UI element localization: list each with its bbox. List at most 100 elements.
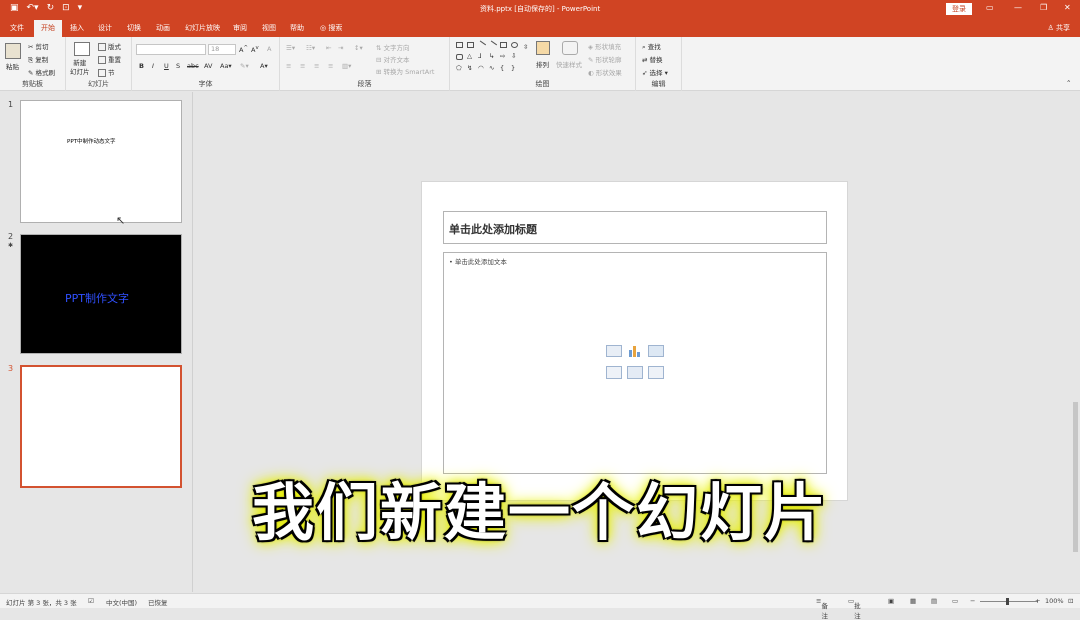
oval-shape-icon[interactable] <box>511 42 518 48</box>
select-button[interactable]: ➶ 选择 ▾ <box>642 67 668 77</box>
zoom-in-icon[interactable]: + <box>1035 597 1040 605</box>
paste-button[interactable]: 粘贴 <box>6 61 19 71</box>
layout-button[interactable]: 版式 <box>98 41 121 51</box>
start-slideshow-icon[interactable]: ⊡ <box>62 3 70 13</box>
copy-button[interactable]: ⎘ 复制 <box>28 54 48 65</box>
tab-design[interactable]: 设计 <box>98 23 112 33</box>
login-button[interactable]: 登录 <box>946 3 972 15</box>
tab-transitions[interactable]: 切换 <box>127 23 141 33</box>
insert-table-icon[interactable] <box>606 345 622 357</box>
line-shape-icon[interactable] <box>476 40 487 50</box>
normal-view-icon[interactable]: ▣ <box>888 597 894 605</box>
brace-shape-icon[interactable]: { <box>500 64 504 72</box>
right-arrow-shape-icon[interactable]: ⇨ <box>500 52 505 60</box>
new-slide-button[interactable]: 新建 幻灯片 <box>70 59 90 77</box>
reset-button[interactable]: 重置 <box>98 54 121 64</box>
tab-home[interactable]: 开始 <box>34 20 62 37</box>
highlight-icon[interactable]: ✎▾ <box>240 62 249 70</box>
section-button[interactable]: 节 <box>98 67 115 77</box>
triangle-shape-icon[interactable]: △ <box>467 52 472 60</box>
bold-icon[interactable]: B <box>139 62 144 70</box>
pentagon-shape-icon[interactable]: ⬠ <box>456 64 462 72</box>
elbow-connector-icon[interactable]: ↳ <box>489 52 494 60</box>
strikethrough-icon[interactable]: abc <box>187 62 199 70</box>
text-direction-button[interactable]: ⇅ 文字方向 <box>376 42 410 52</box>
quick-styles-button[interactable]: 快速样式 <box>556 59 582 69</box>
align-left-icon[interactable]: ≡ <box>286 62 291 70</box>
online-picture-icon[interactable] <box>627 366 643 379</box>
increase-font-icon[interactable]: A^ <box>239 45 248 54</box>
tab-review[interactable]: 审阅 <box>233 23 247 33</box>
undo-icon[interactable]: ↶▾ <box>27 3 39 13</box>
zoom-slider-handle[interactable] <box>1006 598 1009 605</box>
slide-sorter-icon[interactable]: ▦ <box>910 597 916 605</box>
numbering-icon[interactable]: ☷▾ <box>306 44 315 52</box>
zoom-out-icon[interactable]: − <box>970 597 975 605</box>
font-name-combo[interactable] <box>136 44 206 55</box>
shapes-more-icon[interactable]: ⇳ <box>523 43 528 51</box>
char-spacing-icon[interactable]: AV <box>204 62 212 70</box>
close-icon[interactable]: ✕ <box>1064 3 1071 12</box>
content-placeholder[interactable]: • 单击此处添加文本 <box>443 252 827 474</box>
tell-me-search[interactable]: ◎ 搜索 <box>320 23 342 33</box>
insert-smartart-icon[interactable] <box>648 345 664 357</box>
zoom-level[interactable]: 100% <box>1045 597 1064 605</box>
reading-view-icon[interactable]: ▤ <box>931 597 937 605</box>
underline-icon[interactable]: U <box>164 62 169 70</box>
slide-thumbnail-2[interactable]: PPT制作文字 <box>20 234 182 354</box>
shape-fill-button[interactable]: ◈ 形状填充 <box>588 41 621 51</box>
textbox-shape-icon[interactable] <box>456 42 463 48</box>
tab-help[interactable]: 帮助 <box>290 23 304 33</box>
paste-icon[interactable] <box>5 43 21 59</box>
replace-button[interactable]: ⇄ 替换 <box>642 54 663 64</box>
clear-format-icon[interactable]: A <box>267 45 271 53</box>
restore-icon[interactable]: ❐ <box>1040 3 1047 12</box>
slide-thumbnail-3[interactable] <box>20 365 182 488</box>
format-painter-button[interactable]: ✎ 格式刷 <box>28 67 55 77</box>
change-case-icon[interactable]: Aa▾ <box>220 62 232 70</box>
rounded-rect-icon[interactable] <box>456 54 463 60</box>
down-arrow-shape-icon[interactable]: ⇩ <box>511 52 516 60</box>
ribbon-display-icon[interactable]: ▭ <box>986 3 994 12</box>
minimize-icon[interactable]: — <box>1014 3 1022 12</box>
save-icon[interactable]: ▣ <box>10 3 19 13</box>
collapse-ribbon-icon[interactable]: ⌃ <box>1066 79 1071 87</box>
shape-effects-button[interactable]: ◐ 形状效果 <box>588 67 622 77</box>
brace-right-shape-icon[interactable]: } <box>511 64 515 72</box>
tab-slideshow[interactable]: 幻灯片放映 <box>185 23 220 33</box>
title-placeholder[interactable]: 单击此处添加标题 <box>443 211 827 244</box>
comments-button[interactable]: ▭ 批注 <box>848 597 861 620</box>
columns-icon[interactable]: ▥▾ <box>342 62 351 70</box>
slide-thumbnail-1[interactable]: PPT中制作动态文字 <box>20 100 182 223</box>
shape-outline-button[interactable]: ✎ 形状轮廓 <box>588 54 622 64</box>
tab-insert[interactable]: 插入 <box>70 23 84 33</box>
arrow-line-icon[interactable] <box>487 40 498 50</box>
insert-chart-icon[interactable] <box>627 345 643 357</box>
bullets-icon[interactable]: ☰▾ <box>286 44 295 52</box>
decrease-font-icon[interactable]: Av <box>251 45 259 54</box>
new-slide-icon[interactable] <box>74 42 90 56</box>
customize-qat-icon[interactable]: ▾ <box>78 3 83 13</box>
language-status[interactable]: 中文(中国) <box>106 597 137 607</box>
scrollbar-thumb[interactable] <box>1073 402 1078 552</box>
line-spacing-icon[interactable]: ↕▾ <box>354 44 363 52</box>
quick-styles-icon[interactable] <box>562 41 578 55</box>
find-button[interactable]: ⌕ 查找 <box>642 41 661 52</box>
italic-icon[interactable]: I <box>152 62 154 70</box>
fit-slide-icon[interactable]: ⊡ <box>1068 597 1073 605</box>
insert-video-icon[interactable] <box>648 366 664 379</box>
current-slide[interactable]: 单击此处添加标题 • 单击此处添加文本 <box>421 181 848 501</box>
tab-animations[interactable]: 动画 <box>156 23 170 33</box>
shadow-icon[interactable]: S <box>176 62 180 70</box>
increase-indent-icon[interactable]: ⇥ <box>338 44 343 52</box>
cut-button[interactable]: ✂ 剪切 <box>28 41 49 51</box>
arrange-icon[interactable] <box>536 41 550 55</box>
redo-icon[interactable]: ↻ <box>47 3 55 13</box>
font-color-icon[interactable]: A▾ <box>260 62 268 70</box>
slideshow-view-icon[interactable]: ▭ <box>952 597 958 605</box>
font-size-combo[interactable]: 18 <box>208 44 236 55</box>
decrease-indent-icon[interactable]: ⇤ <box>326 44 331 52</box>
insert-picture-icon[interactable] <box>606 366 622 379</box>
align-text-button[interactable]: ⊟ 对齐文本 <box>376 54 410 64</box>
spell-check-icon[interactable]: ☑ <box>88 597 94 605</box>
